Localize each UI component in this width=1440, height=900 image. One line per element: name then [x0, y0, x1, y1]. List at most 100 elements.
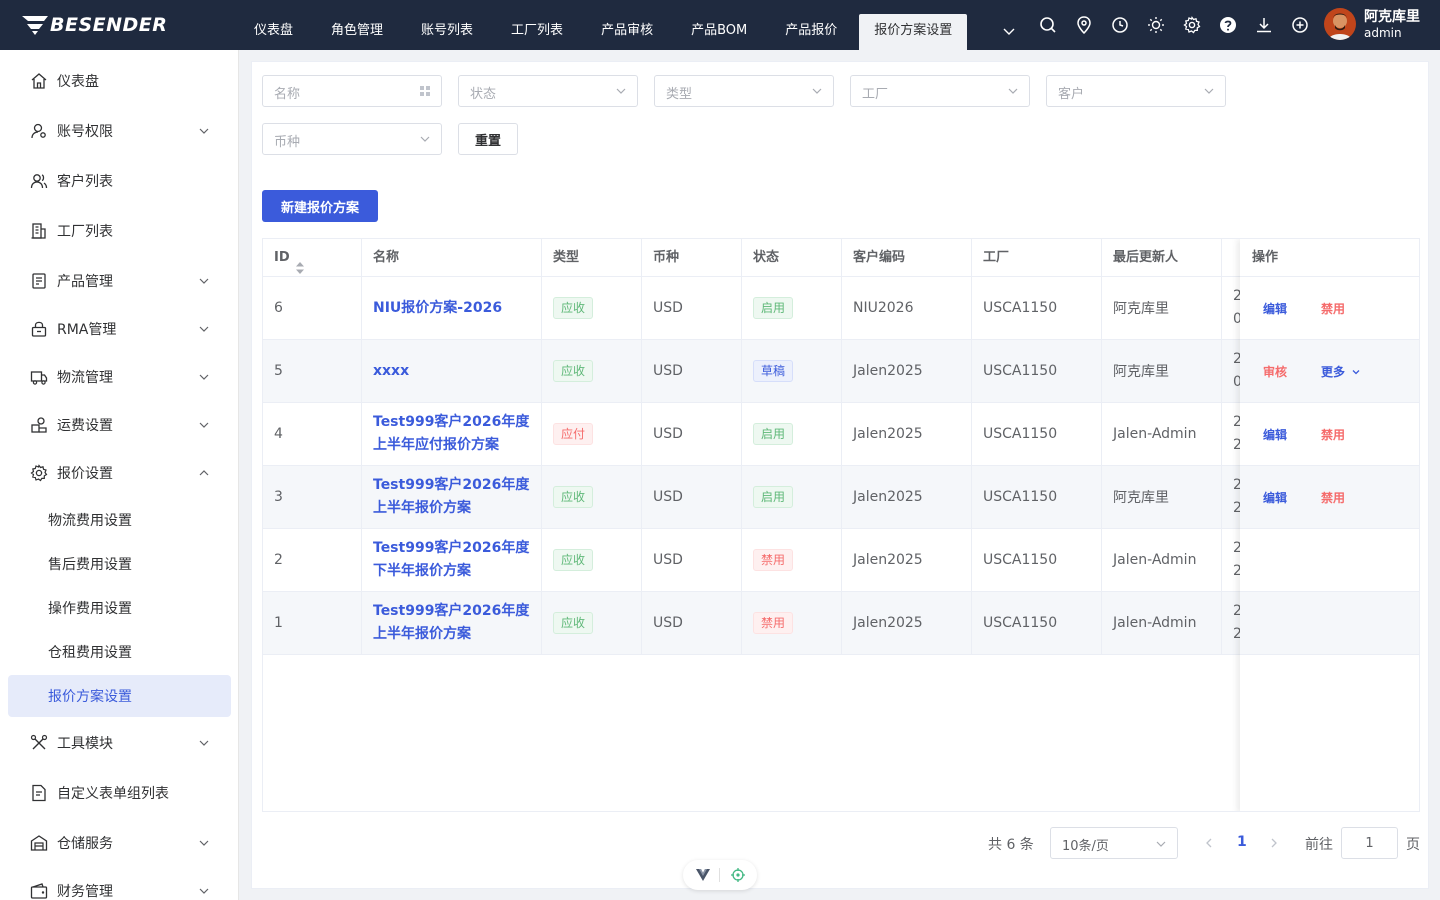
sidebar-item-tools[interactable]: 工具模块: [0, 721, 238, 765]
cell-id: 6: [274, 300, 283, 316]
top-nav-item[interactable]: 产品审核: [585, 14, 669, 50]
search-icon[interactable]: [1030, 12, 1066, 38]
plan-name-link[interactable]: NIU报价方案-2026: [373, 297, 502, 320]
sidebar-item-user-key[interactable]: 账号权限: [0, 109, 238, 153]
currency-placeholder: 币种: [274, 135, 301, 150]
table-cell: 应收: [542, 592, 642, 654]
sidebar-item-freight[interactable]: 运费设置: [0, 403, 238, 447]
row-action-button[interactable]: 编辑: [1263, 489, 1287, 506]
column-header-id[interactable]: ID: [263, 239, 362, 277]
plan-name-link[interactable]: Test999客户2026年度 上半年报价方案: [373, 600, 529, 646]
plan-name-line: NIU报价方案-2026: [373, 299, 503, 316]
avatar[interactable]: [1324, 8, 1356, 40]
sidebar-item-lock-box[interactable]: RMA管理: [0, 307, 238, 351]
plus-circle-icon[interactable]: [1282, 12, 1318, 38]
gear-icon[interactable]: [1174, 12, 1210, 38]
table-cell: 启用: [742, 403, 842, 465]
status-select[interactable]: 状态: [458, 75, 638, 107]
actions-cell: 编辑 禁用: [1240, 277, 1419, 340]
sidebar-item-warehouse[interactable]: 仓储服务: [0, 821, 238, 865]
row-action-button[interactable]: 编辑: [1263, 300, 1287, 317]
row-action-button[interactable]: 禁用: [1321, 489, 1345, 506]
target-icon[interactable]: [731, 868, 745, 882]
cell-currency: USD: [653, 489, 683, 505]
actions-cell: 编辑 禁用: [1240, 466, 1419, 529]
top-nav-item[interactable]: 角色管理: [315, 14, 399, 50]
page-size-value: 10条/页: [1062, 839, 1109, 854]
row-action-button[interactable]: 编辑: [1263, 426, 1287, 443]
plan-name-link[interactable]: Test999客户2026年度 上半年报价方案: [373, 474, 529, 520]
customer-select[interactable]: 客户: [1046, 75, 1226, 107]
goto-page-input[interactable]: 1: [1341, 827, 1398, 859]
table-cell: NIU报价方案-2026: [362, 277, 542, 339]
sidebar-subitem[interactable]: 物流费用设置: [8, 499, 231, 541]
row-action-button[interactable]: 禁用: [1321, 426, 1345, 443]
location-icon[interactable]: [1066, 12, 1102, 38]
name-filter-input[interactable]: 名称: [262, 75, 442, 107]
table-cell: Test999客户2026年度 下半年报价方案: [362, 529, 542, 591]
row-action-button[interactable]: 禁用: [1321, 300, 1345, 317]
factory-select[interactable]: 工厂: [850, 75, 1030, 107]
next-page-icon[interactable]: [1267, 836, 1281, 850]
sidebar-subitem[interactable]: 售后费用设置: [8, 543, 231, 585]
sidebar-subitem[interactable]: 仓租费用设置: [8, 631, 231, 673]
currency-select[interactable]: 币种: [262, 123, 442, 155]
sidebar-item-form[interactable]: 自定义表单组列表: [0, 771, 238, 815]
plan-name-line: Test999客户2026年度: [373, 477, 530, 493]
sidebar-item-building[interactable]: 工厂列表: [0, 209, 238, 253]
table-cell: USD: [642, 340, 742, 402]
chevron-down-icon[interactable]: [998, 16, 1020, 46]
type-select[interactable]: 类型: [654, 75, 834, 107]
customer-placeholder: 客户: [1058, 87, 1085, 102]
table-cell: USD: [642, 529, 742, 591]
column-header-label: 名称: [373, 250, 400, 265]
column-header-label: 类型: [553, 250, 580, 265]
cell-currency: USD: [653, 300, 683, 316]
plan-name-link[interactable]: Test999客户2026年度 下半年报价方案: [373, 537, 529, 583]
current-page-number[interactable]: 1: [1237, 834, 1247, 850]
plan-name-link[interactable]: Test999客户2026年度 上半年应付报价方案: [373, 411, 529, 457]
sidebar-item-truck[interactable]: 物流管理: [0, 355, 238, 399]
help-icon[interactable]: [1210, 12, 1246, 38]
sidebar-item-home[interactable]: 仪表盘: [0, 59, 238, 103]
sidebar-item-users[interactable]: 客户列表: [0, 159, 238, 203]
top-nav-item[interactable]: 工厂列表: [495, 14, 579, 50]
top-nav-item[interactable]: 账号列表: [405, 14, 489, 50]
sidebar-item-product[interactable]: 产品管理: [0, 259, 238, 303]
table-cell: USCA1150: [972, 277, 1102, 339]
row-action-button[interactable]: 审核: [1263, 363, 1287, 380]
clock-icon[interactable]: [1102, 12, 1138, 38]
brand-logo[interactable]: BESENDER: [22, 12, 167, 38]
prev-page-icon[interactable]: [1202, 836, 1216, 850]
user-name[interactable]: 阿克库里: [1364, 9, 1420, 25]
table-cell: 应收: [542, 340, 642, 402]
status-placeholder: 状态: [470, 87, 497, 102]
top-nav-item[interactable]: 产品BOM: [675, 14, 763, 50]
vue-devtools-icon[interactable]: [696, 869, 710, 881]
table-cell: Jalen-Admin: [1102, 592, 1222, 654]
sidebar-subitem[interactable]: 操作费用设置: [8, 587, 231, 629]
top-nav-item[interactable]: 仪表盘: [238, 14, 309, 50]
sun-icon[interactable]: [1138, 12, 1174, 38]
sidebar-item-label: 报价设置: [57, 466, 113, 482]
reset-button[interactable]: 重置: [458, 123, 518, 155]
sidebar-subitem[interactable]: 报价方案设置: [8, 675, 231, 717]
top-nav-item[interactable]: 报价方案设置: [859, 14, 968, 50]
sort-icon[interactable]: [295, 252, 305, 274]
page-size-select[interactable]: 10条/页: [1050, 827, 1178, 859]
column-header-updater: 最后更新人: [1102, 239, 1222, 277]
table-cell: Jalen2025: [842, 403, 972, 465]
cell-currency: USD: [653, 426, 683, 442]
plan-name-link[interactable]: xxxx: [373, 360, 409, 383]
sidebar-item-gear[interactable]: 报价设置: [0, 451, 238, 495]
top-nav-item[interactable]: 产品报价: [769, 14, 853, 50]
row-action-button[interactable]: 更多: [1321, 363, 1345, 380]
chevron-down-icon[interactable]: [1351, 365, 1361, 375]
sidebar-item-wallet[interactable]: 财务管理: [0, 869, 238, 900]
new-quote-plan-button[interactable]: 新建报价方案: [262, 190, 378, 222]
download-icon[interactable]: [1246, 12, 1282, 38]
sidebar-subitem-label: 报价方案设置: [48, 689, 132, 705]
plan-name-line: 下半年报价方案: [373, 563, 471, 579]
chevron-down-icon: [1008, 88, 1018, 94]
plan-name-line: 上半年报价方案: [373, 500, 471, 516]
